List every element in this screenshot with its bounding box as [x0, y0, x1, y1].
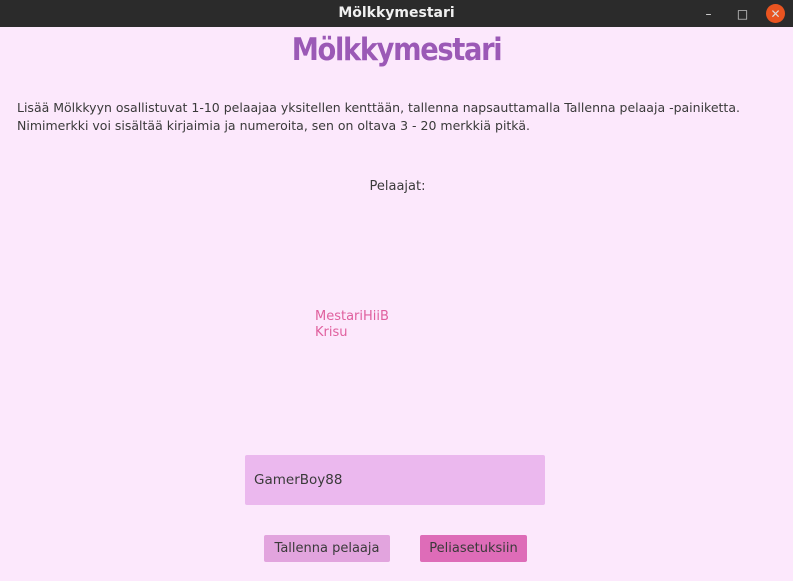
game-settings-button[interactable]: Peliasetuksiin	[420, 535, 527, 562]
instructions-text: Lisää Mölkkyyn osallistuvat 1-10 pelaaja…	[17, 99, 787, 135]
window-titlebar: Mölkkymestari – □ ✕	[0, 0, 793, 27]
app-heading: Mölkkymestari	[291, 32, 503, 68]
player-name-input[interactable]	[245, 455, 545, 505]
players-heading: Pelaajat:	[0, 179, 793, 194]
save-player-button[interactable]: Tallenna pelaaja	[264, 535, 390, 562]
app-content: Mölkkymestari Lisää Mölkkyyn osallistuva…	[0, 27, 793, 581]
close-button[interactable]: ✕	[765, 3, 786, 24]
minimize-icon[interactable]: –	[698, 3, 719, 24]
player-list-item: Krisu	[315, 325, 348, 340]
player-list-item: MestariHiiB	[315, 309, 389, 324]
close-icon: ✕	[766, 4, 785, 23]
instructions-line-1: Lisää Mölkkyyn osallistuvat 1-10 pelaaja…	[17, 100, 740, 115]
maximize-icon[interactable]: □	[732, 3, 753, 24]
window-title: Mölkkymestari	[338, 5, 455, 21]
instructions-line-2: Nimimerkki voi sisältää kirjaimia ja num…	[17, 118, 530, 133]
player-list: MestariHiiB Krisu	[315, 309, 389, 341]
players-label: Pelaajat:	[369, 179, 426, 194]
